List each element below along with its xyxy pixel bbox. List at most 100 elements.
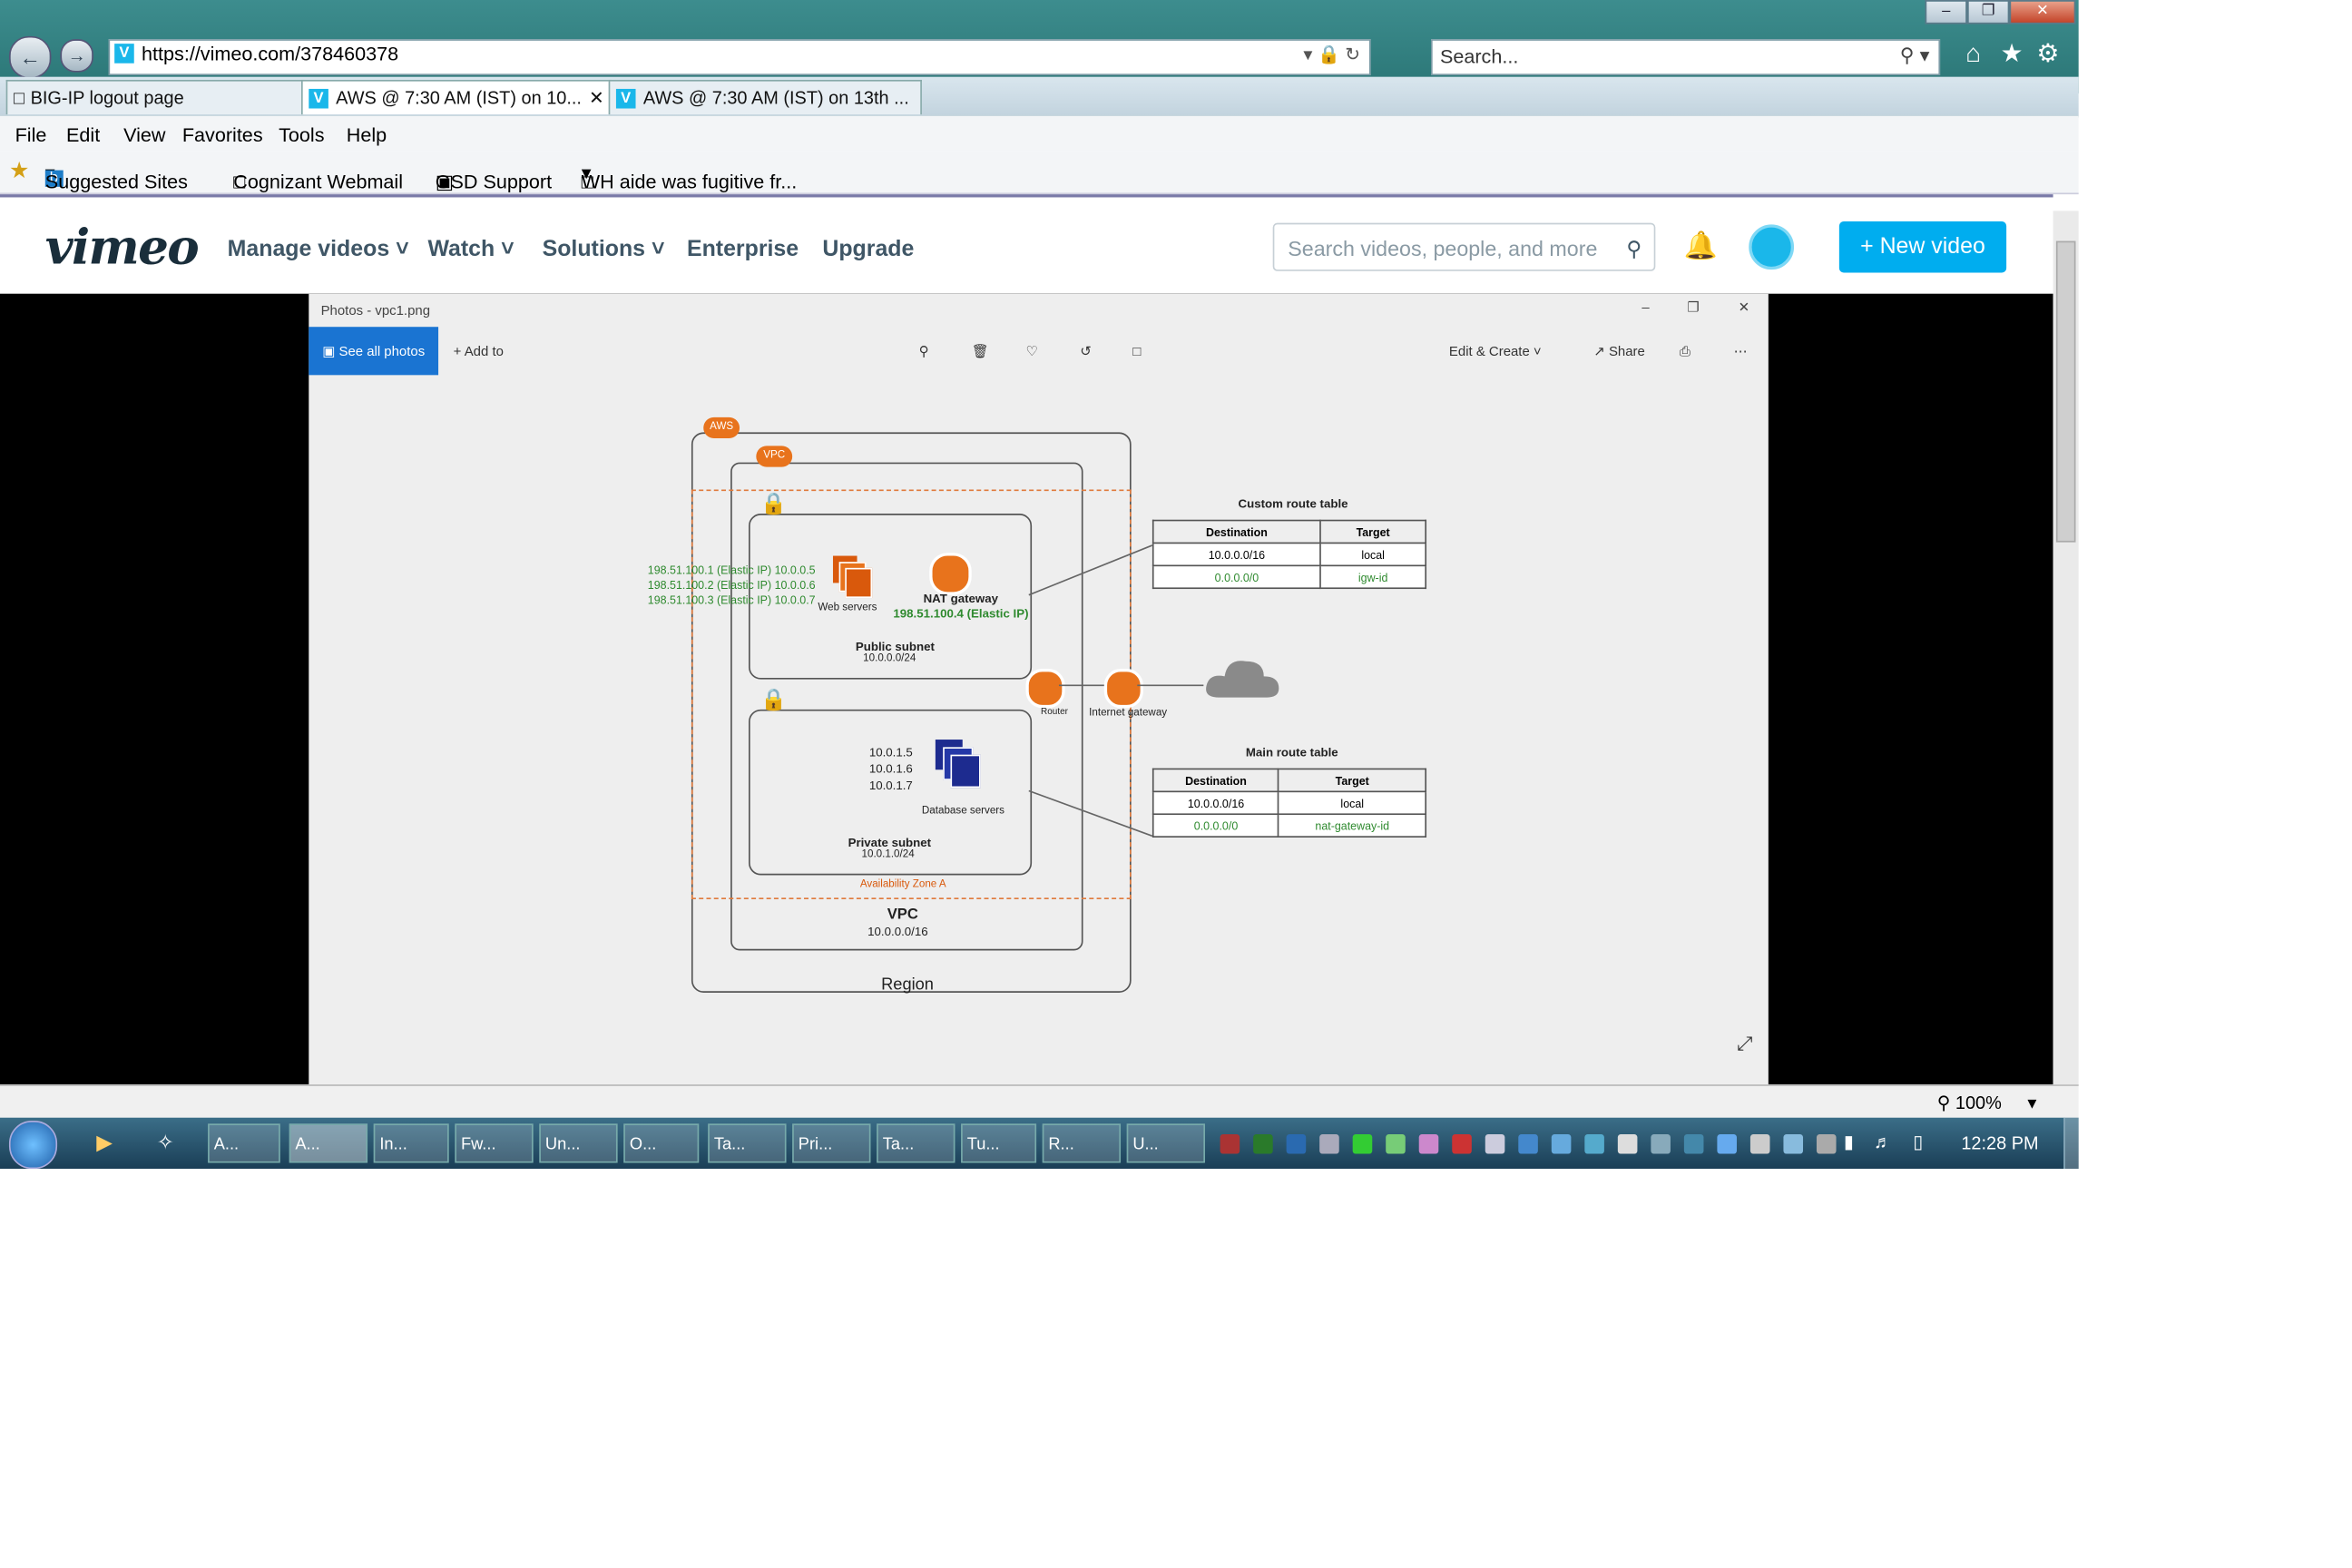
favorites-star-icon[interactable]: ★ [2000,39,2023,69]
custom-route-table-title: Custom route table [1238,496,1348,511]
tray-app-icon[interactable] [1783,1133,1804,1154]
tray-app-icon[interactable] [1386,1133,1406,1154]
taskbar-item[interactable]: Fw... [455,1123,534,1163]
nav-watch[interactable]: Watch ˅ [427,237,514,262]
scrollbar-thumb[interactable] [2055,240,2076,543]
custom-route-table: Destination Target 10.0.0.0/16 local 0.0.0… [1152,519,1427,590]
start-button[interactable] [8,1121,58,1170]
flag-icon[interactable] [1816,1133,1837,1154]
tab-bigip[interactable]: □ BIG-IP logout page [5,79,305,115]
restore-button[interactable]: ❐ [1966,0,2010,24]
signal-strength-icon[interactable]: ▮ [1844,1132,1854,1152]
tray-app-icon[interactable] [1220,1133,1240,1154]
nav-manage-videos[interactable]: Manage videos ˅ [228,237,409,262]
favorites-star-icon[interactable]: ★ [9,157,29,183]
battery-icon[interactable]: ▯ [1913,1132,1923,1152]
home-icon[interactable]: ⌂ [1965,39,1981,69]
tray-app-icon[interactable] [1551,1133,1572,1154]
taskbar-item[interactable]: Pri... [792,1123,871,1163]
nav-upgrade[interactable]: Upgrade [822,237,914,262]
vimeo-header: vimeo Manage videos ˅ Watch ˅ Solutions … [0,194,2053,298]
tab-label: BIG-IP logout page [30,87,184,109]
close-tab-icon[interactable]: ✕ [589,82,604,115]
tab-label: AWS @ 7:30 AM (IST) on 13th ... [642,87,909,109]
tray-app-icon[interactable] [1617,1133,1638,1154]
media-player-icon[interactable]: ▶ [96,1130,113,1155]
zoom-control[interactable]: ⚲ 100% [1937,1093,2002,1113]
new-video-button[interactable]: + New video [1838,221,2007,273]
menu-edit[interactable]: Edit [66,123,100,146]
settings-gear-icon[interactable]: ⚙ [2036,39,2059,69]
rt-header-target: Target [1319,519,1427,544]
vimeo-search-input[interactable]: Search videos, people, and more ⚲ [1272,222,1656,272]
vimeo-logo[interactable]: vimeo [45,219,200,276]
close-window-button[interactable]: ✕ [2009,0,2076,24]
search-box[interactable]: Search... ⚲ ▾ [1431,39,1941,75]
volume-icon[interactable]: ♬ [1874,1132,1892,1152]
taskbar-item[interactable]: U... [1126,1123,1205,1163]
rt-cell: 10.0.0.0/16 [1152,542,1321,567]
tray-app-icon[interactable] [1749,1133,1770,1154]
menu-help[interactable]: Help [347,123,387,146]
tray-app-icon[interactable] [1683,1133,1704,1154]
tray-app-icon[interactable] [1319,1133,1339,1154]
forward-button[interactable]: → [60,39,93,73]
search-icon[interactable]: ⚲ [1626,224,1642,272]
zoom-level: 100% [1955,1092,2002,1113]
menu-tools[interactable]: Tools [279,123,324,146]
menu-view[interactable]: View [123,123,165,146]
connector-lines [1028,544,1204,838]
search-placeholder: Search videos, people, and more [1288,236,1598,261]
fav-label: Cognizant Webmail [233,170,404,193]
fav-wh-aide[interactable]: □ WH aide was fugitive fr... ▾ [582,162,797,193]
minimize-button[interactable]: – [1925,0,1967,24]
tray-app-icon[interactable] [1717,1133,1737,1154]
menu-favorites[interactable]: Favorites [182,123,263,146]
video-player[interactable]: Photos - vpc1.png – ❐ ✕ ▣ See all photos… [0,293,2053,1085]
address-actions-icon[interactable]: ▾ 🔒 ↻ [1303,44,1360,64]
clock[interactable]: 12:28 PM [1961,1132,2038,1153]
search-icon[interactable]: ⚲ ▾ [1900,44,1930,68]
taskbar-item[interactable]: A... [208,1123,280,1163]
tab-aws-13[interactable]: V AWS @ 7:30 AM (IST) on 13th ... [608,79,922,115]
tray-app-icon[interactable] [1286,1133,1307,1154]
menu-file[interactable]: File [15,123,47,146]
taskbar-item[interactable]: Un... [539,1123,618,1163]
taskbar-item[interactable]: O... [623,1123,700,1163]
tray-app-icon[interactable] [1418,1133,1439,1154]
taskbar-item[interactable]: Ta... [708,1123,787,1163]
zoom-icon: ⚲ [1936,1092,1955,1113]
nav-enterprise[interactable]: Enterprise [687,237,799,262]
taskbar-item[interactable]: Tu... [961,1123,1037,1163]
taskbar-item[interactable]: A... [289,1123,368,1163]
bell-icon[interactable]: 🔔 [1684,230,1718,262]
rt-cell: igw-id [1319,564,1427,590]
fav-label: WH aide was fugitive fr... [581,170,798,193]
menu-bar: File Edit View Favorites Tools Help [0,115,2079,152]
rt-cell: 0.0.0.0/0 [1152,813,1280,838]
tab-aws-10[interactable]: V AWS @ 7:30 AM (IST) on 10... ✕ [301,79,612,115]
nav-solutions[interactable]: Solutions ˅ [543,237,665,262]
plus-icon: + [1860,233,1880,260]
tray-app-icon[interactable] [1584,1133,1604,1154]
network-app-icon[interactable]: ✧ [157,1130,174,1155]
taskbar-item[interactable]: Ta... [877,1123,956,1163]
vertical-scrollbar[interactable] [2053,211,2079,1085]
tray-app-icon[interactable] [1651,1133,1671,1154]
tray-app-icon[interactable] [1485,1133,1505,1154]
taskbar-item[interactable]: R... [1042,1123,1122,1163]
tray-app-icon[interactable] [1452,1133,1472,1154]
vimeo-favicon-icon: V [114,44,134,64]
page-icon: □ [13,87,24,109]
show-desktop-button[interactable] [2063,1117,2079,1170]
back-button[interactable]: ← [8,35,52,79]
photos-app-frame: Photos - vpc1.png – ❐ ✕ ▣ See all photos… [309,293,1769,1085]
tray-app-icon[interactable] [1253,1133,1273,1154]
tray-app-icon[interactable] [1352,1133,1373,1154]
address-bar[interactable]: Vhttps://vimeo.com/378460378 ▾ 🔒 ↻ [108,39,1371,75]
avatar[interactable] [1749,224,1795,270]
chevron-down-icon[interactable]: ▾ [2027,1093,2036,1113]
taskbar-item[interactable]: In... [373,1123,449,1163]
tray-app-icon[interactable] [1518,1133,1538,1154]
fav-suggested-sites[interactable]: bSuggested Sites ▾ [44,162,188,192]
